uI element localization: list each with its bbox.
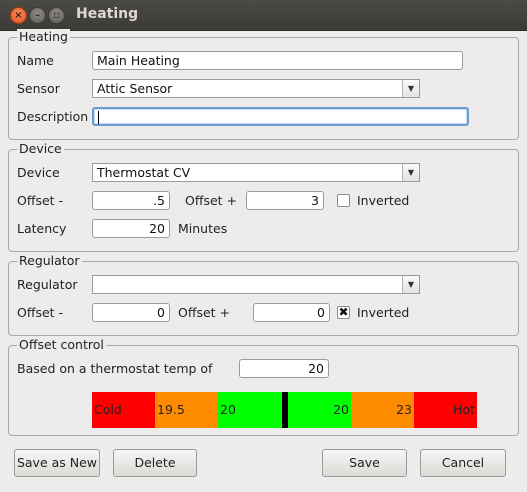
latency-unit-label: Minutes <box>178 221 228 236</box>
text-caret <box>98 111 99 124</box>
cancel-button[interactable]: Cancel <box>420 449 506 477</box>
sensor-select[interactable]: Attic Sensor ▼ <box>92 79 420 98</box>
window-title: Heating <box>76 6 139 22</box>
regulator-inverted-checkbox[interactable]: ✖ <box>337 306 350 319</box>
heating-legend: Heating <box>17 29 70 44</box>
name-input[interactable]: Main Heating <box>92 51 463 70</box>
regulator-offset-plus-input[interactable]: 0 <box>253 303 330 322</box>
sensor-label: Sensor <box>17 81 60 96</box>
bar-ok-right-segment: 20 <box>288 392 351 428</box>
latency-label: Latency <box>17 221 67 236</box>
bar-mid-right-value: 20 <box>333 402 349 417</box>
bar-low-segment: 19.5 <box>155 392 218 428</box>
device-inverted-label: Inverted <box>357 193 410 208</box>
regulator-offset-minus-label: Offset - <box>17 305 64 320</box>
regulator-group: Regulator <box>8 253 519 336</box>
offset-control-legend: Offset control <box>17 337 106 352</box>
bar-ok-left-segment: 20 <box>218 392 282 428</box>
regulator-inverted-label: Inverted <box>357 305 410 320</box>
delete-button[interactable]: Delete <box>113 449 197 477</box>
device-inverted-checkbox[interactable] <box>337 194 350 207</box>
regulator-select[interactable]: ▼ <box>92 275 420 294</box>
chevron-down-icon[interactable]: ▼ <box>402 80 419 97</box>
bar-hot-label: Hot <box>453 402 475 417</box>
save-button[interactable]: Save <box>322 449 407 477</box>
device-select-value: Thermostat CV <box>97 165 191 180</box>
bar-high-value: 23 <box>396 402 412 417</box>
minimize-icon[interactable]: – <box>29 7 46 24</box>
bar-cold-segment: Cold <box>92 392 155 428</box>
bar-high-segment: 23 <box>351 392 414 428</box>
sensor-select-value: Attic Sensor <box>97 81 173 96</box>
device-offset-minus-input[interactable]: .5 <box>92 191 170 210</box>
bar-cold-label: Cold <box>94 402 122 417</box>
description-label: Description <box>17 109 89 124</box>
description-input[interactable] <box>92 107 469 126</box>
based-on-label: Based on a thermostat temp of <box>17 361 213 376</box>
close-icon[interactable]: × <box>10 7 27 24</box>
regulator-offset-minus-input[interactable]: 0 <box>92 303 170 322</box>
regulator-legend: Regulator <box>17 253 82 268</box>
device-label: Device <box>17 165 60 180</box>
name-label: Name <box>17 53 54 68</box>
bar-hot-segment: Hot <box>414 392 477 428</box>
regulator-offset-plus-label: Offset + <box>178 305 231 320</box>
chevron-down-icon[interactable]: ▼ <box>402 164 419 181</box>
device-legend: Device <box>17 141 64 156</box>
save-as-new-button[interactable]: Save as New <box>14 449 100 477</box>
bar-low-value: 19.5 <box>157 402 185 417</box>
device-offset-plus-label: Offset + <box>185 193 238 208</box>
thermostat-temp-input[interactable]: 20 <box>239 359 329 378</box>
maximize-icon[interactable]: ▫ <box>48 7 65 24</box>
latency-input[interactable]: 20 <box>92 219 170 238</box>
chevron-down-icon[interactable]: ▼ <box>402 276 419 293</box>
device-offset-minus-label: Offset - <box>17 193 64 208</box>
device-select[interactable]: Thermostat CV ▼ <box>92 163 420 182</box>
bar-mid-left-value: 20 <box>220 402 236 417</box>
device-offset-plus-input[interactable]: 3 <box>246 191 324 210</box>
title-bar: × – ▫ Heating <box>0 0 527 31</box>
regulator-label: Regulator <box>17 277 78 292</box>
